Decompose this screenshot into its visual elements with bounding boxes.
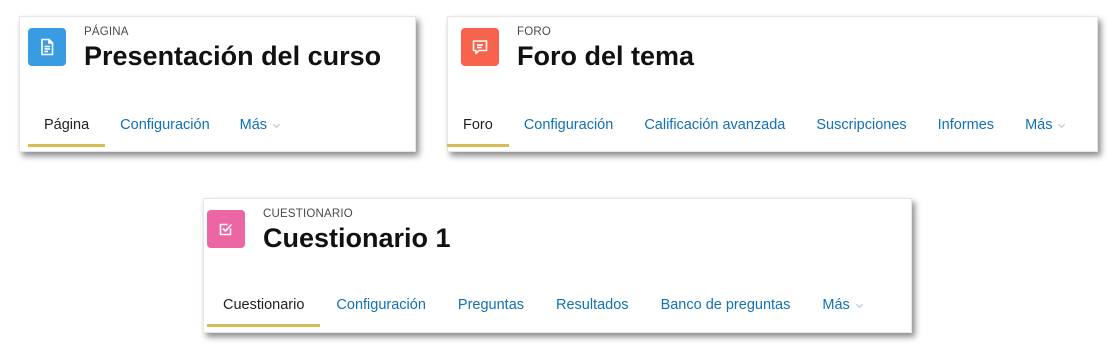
cuestionario-title: Cuestionario 1 <box>263 223 451 253</box>
tab-mas[interactable]: Más <box>822 283 863 327</box>
tab-label: Foro <box>463 117 493 133</box>
tab-pagina[interactable]: Página <box>27 103 106 147</box>
cuestionario-tabs: Cuestionario Configuración Preguntas Res… <box>206 283 864 327</box>
foro-tabs: Foro Configuración Calificación avanzada… <box>447 103 1066 147</box>
tab-label: Más <box>1025 117 1053 133</box>
tab-label: Más <box>822 297 850 313</box>
tab-banco-de-preguntas[interactable]: Banco de preguntas <box>661 283 791 327</box>
pagina-title: Presentación del curso <box>84 41 382 71</box>
tab-mas[interactable]: Más <box>240 103 281 147</box>
tab-informes[interactable]: Informes <box>938 103 994 147</box>
tab-configuracion[interactable]: Configuración <box>524 103 613 147</box>
pagina-header: PÁGINA Presentación del curso <box>28 25 381 72</box>
tab-mas[interactable]: Más <box>1025 103 1066 147</box>
foro-card: FORO Foro del tema Foro Configuración Ca… <box>447 16 1098 152</box>
quiz-icon <box>207 210 245 248</box>
foro-header: FORO Foro del tema <box>461 25 694 72</box>
tab-configuracion[interactable]: Configuración <box>120 103 209 147</box>
tab-suscripciones[interactable]: Suscripciones <box>816 103 906 147</box>
tab-label: Página <box>44 117 90 133</box>
tab-label: Calificación avanzada <box>644 117 786 133</box>
tab-foro[interactable]: Foro <box>447 103 509 147</box>
tab-label: Configuración <box>120 117 210 133</box>
cuestionario-card: CUESTIONARIO Cuestionario 1 Cuestionario… <box>203 198 912 333</box>
pagina-kind-label: PÁGINA <box>84 26 129 38</box>
tab-label: Configuración <box>523 117 614 133</box>
chevron-down-icon <box>1058 123 1066 128</box>
tab-resultados[interactable]: Resultados <box>556 283 629 327</box>
tab-label: Banco de preguntas <box>660 297 791 313</box>
tab-label: Preguntas <box>457 297 525 313</box>
tab-label: Resultados <box>556 297 629 313</box>
tab-label: Configuración <box>336 297 426 313</box>
tab-label: Más <box>239 117 268 133</box>
tab-configuracion[interactable]: Configuración <box>336 283 425 327</box>
tab-label: Cuestionario <box>223 297 305 313</box>
document-icon <box>28 28 66 66</box>
pagina-card: PÁGINA Presentación del curso Página Con… <box>19 16 416 152</box>
chevron-down-icon <box>855 303 863 308</box>
foro-title: Foro del tema <box>517 41 695 71</box>
tab-calificacion-avanzada[interactable]: Calificación avanzada <box>644 103 785 147</box>
forum-icon <box>461 28 499 66</box>
chevron-down-icon <box>273 123 281 128</box>
tab-cuestionario[interactable]: Cuestionario <box>206 283 321 327</box>
cuestionario-header: CUESTIONARIO Cuestionario 1 <box>207 207 451 254</box>
pagina-tabs: Página Configuración Más <box>27 103 281 147</box>
tab-label: Suscripciones <box>816 117 907 133</box>
tab-label: Informes <box>937 117 995 133</box>
tab-preguntas[interactable]: Preguntas <box>458 283 524 327</box>
foro-kind-label: FORO <box>517 26 552 38</box>
cuestionario-kind-label: CUESTIONARIO <box>263 208 353 220</box>
